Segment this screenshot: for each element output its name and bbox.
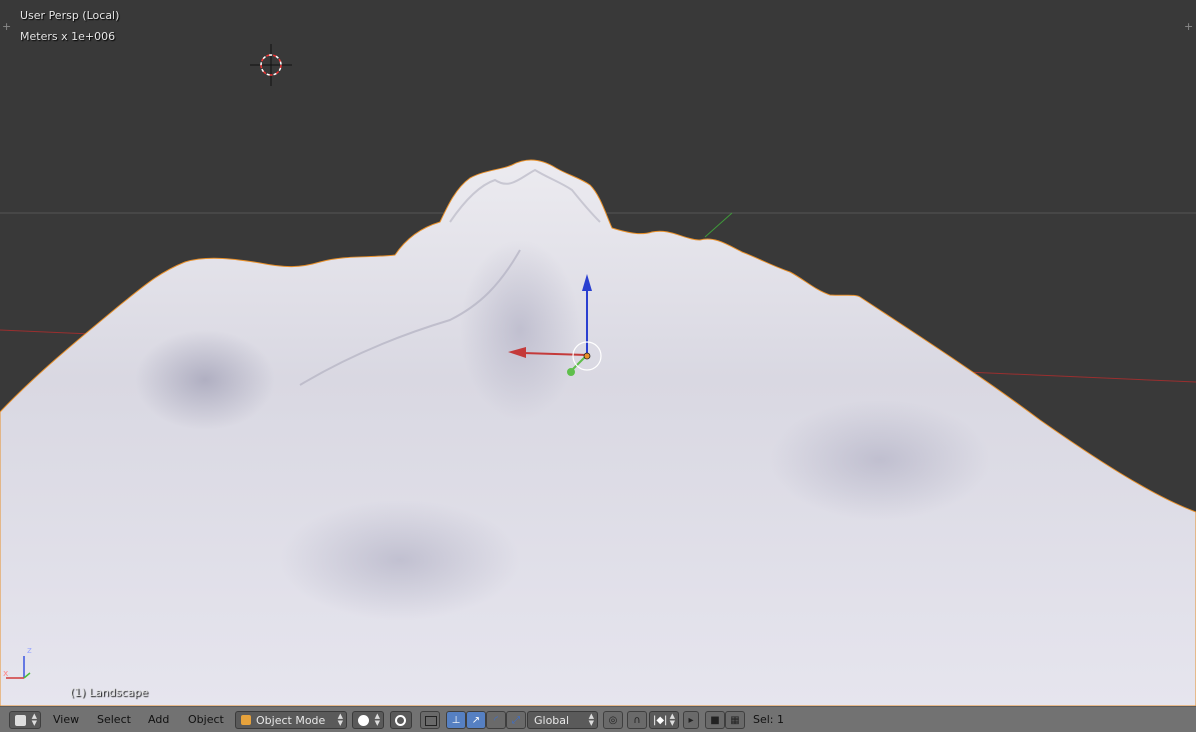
render-camera-icon: ■ xyxy=(710,715,720,726)
manipulator-toggle-button[interactable]: ⊥ xyxy=(446,711,466,729)
manipulator-toggle-icon: ⊥ xyxy=(451,715,461,726)
object-mode-cube-icon xyxy=(241,715,251,725)
transform-orientation-dropdown[interactable]: Global ▲ ▼ xyxy=(527,711,598,729)
3d-view-header: ▲ ▼ View Select Add Object Object Mode ▲ ▼… xyxy=(0,706,1196,732)
object-origin xyxy=(583,352,591,360)
right-shadow xyxy=(770,400,990,520)
rotate-button[interactable]: ◜ xyxy=(486,711,506,729)
y-axis-line xyxy=(704,212,733,238)
snap-element-dropdown[interactable]: |◆| ▲ ▼ xyxy=(649,711,679,729)
lower-shadow xyxy=(280,500,520,620)
area-split-corner-icon[interactable]: + xyxy=(2,21,12,32)
proportional-edit-button[interactable]: ◎ xyxy=(603,711,623,729)
snap-target-button[interactable]: ▸ xyxy=(683,711,699,729)
orientation-label: Global xyxy=(534,714,570,727)
menu-object[interactable]: Object xyxy=(184,711,228,729)
active-object-label: (1) Landscape xyxy=(70,686,149,699)
selection-status: Sel: 1 xyxy=(753,713,785,726)
snap-element-icon: |◆| xyxy=(653,715,668,726)
pivot-point-dropdown[interactable] xyxy=(390,711,412,729)
menu-add[interactable]: Add xyxy=(144,711,173,729)
scale-button[interactable]: ⤢ xyxy=(506,711,526,729)
3d-viewport[interactable]: z x User Persp (Local) Meters x 1e+006 (… xyxy=(0,0,1196,706)
menu-select[interactable]: Select xyxy=(93,711,135,729)
opengl-render-image-button[interactable]: ■ xyxy=(705,711,725,729)
editor-type-button[interactable]: ▲ ▼ xyxy=(9,711,41,729)
scale-icon: ⤢ xyxy=(512,715,520,726)
rotate-icon: ◜ xyxy=(494,715,498,726)
mode-dropdown[interactable]: Object Mode ▲ ▼ xyxy=(235,711,347,729)
area-split-corner-icon[interactable]: + xyxy=(1184,21,1194,32)
slope-shadow xyxy=(460,240,580,420)
valley-shadow xyxy=(135,330,275,430)
manipulator-y-handle[interactable] xyxy=(567,368,575,376)
orientation-z-label: z xyxy=(27,646,32,656)
translate-button[interactable]: ↗ xyxy=(466,711,486,729)
pivot-point-icon xyxy=(395,715,406,726)
translate-icon: ↗ xyxy=(471,715,481,726)
opengl-render-animation-button[interactable]: ▦ xyxy=(725,711,745,729)
viewport-scene[interactable]: z x xyxy=(0,0,1196,706)
render-clapper-icon: ▦ xyxy=(730,715,740,726)
viewport-shading-dropdown[interactable]: ▲ ▼ xyxy=(352,711,384,729)
landscape-mesh[interactable] xyxy=(0,159,1196,706)
orientation-x-label: x xyxy=(3,669,9,679)
proportional-edit-icon: ◎ xyxy=(608,715,618,726)
3d-cursor[interactable] xyxy=(250,44,292,86)
mode-label: Object Mode xyxy=(256,714,326,727)
3d-view-icon xyxy=(15,715,26,726)
menu-view[interactable]: View xyxy=(49,711,83,729)
layers-button[interactable] xyxy=(420,711,440,729)
layers-icon xyxy=(425,716,437,726)
snap-magnet-icon: ∩ xyxy=(633,715,641,726)
view-name-label: User Persp (Local) xyxy=(20,9,120,22)
snap-toggle-button[interactable]: ∩ xyxy=(627,711,647,729)
snap-target-icon: ▸ xyxy=(688,715,694,726)
solid-sphere-icon xyxy=(358,715,369,726)
grid-scale-label: Meters x 1e+006 xyxy=(20,30,116,43)
